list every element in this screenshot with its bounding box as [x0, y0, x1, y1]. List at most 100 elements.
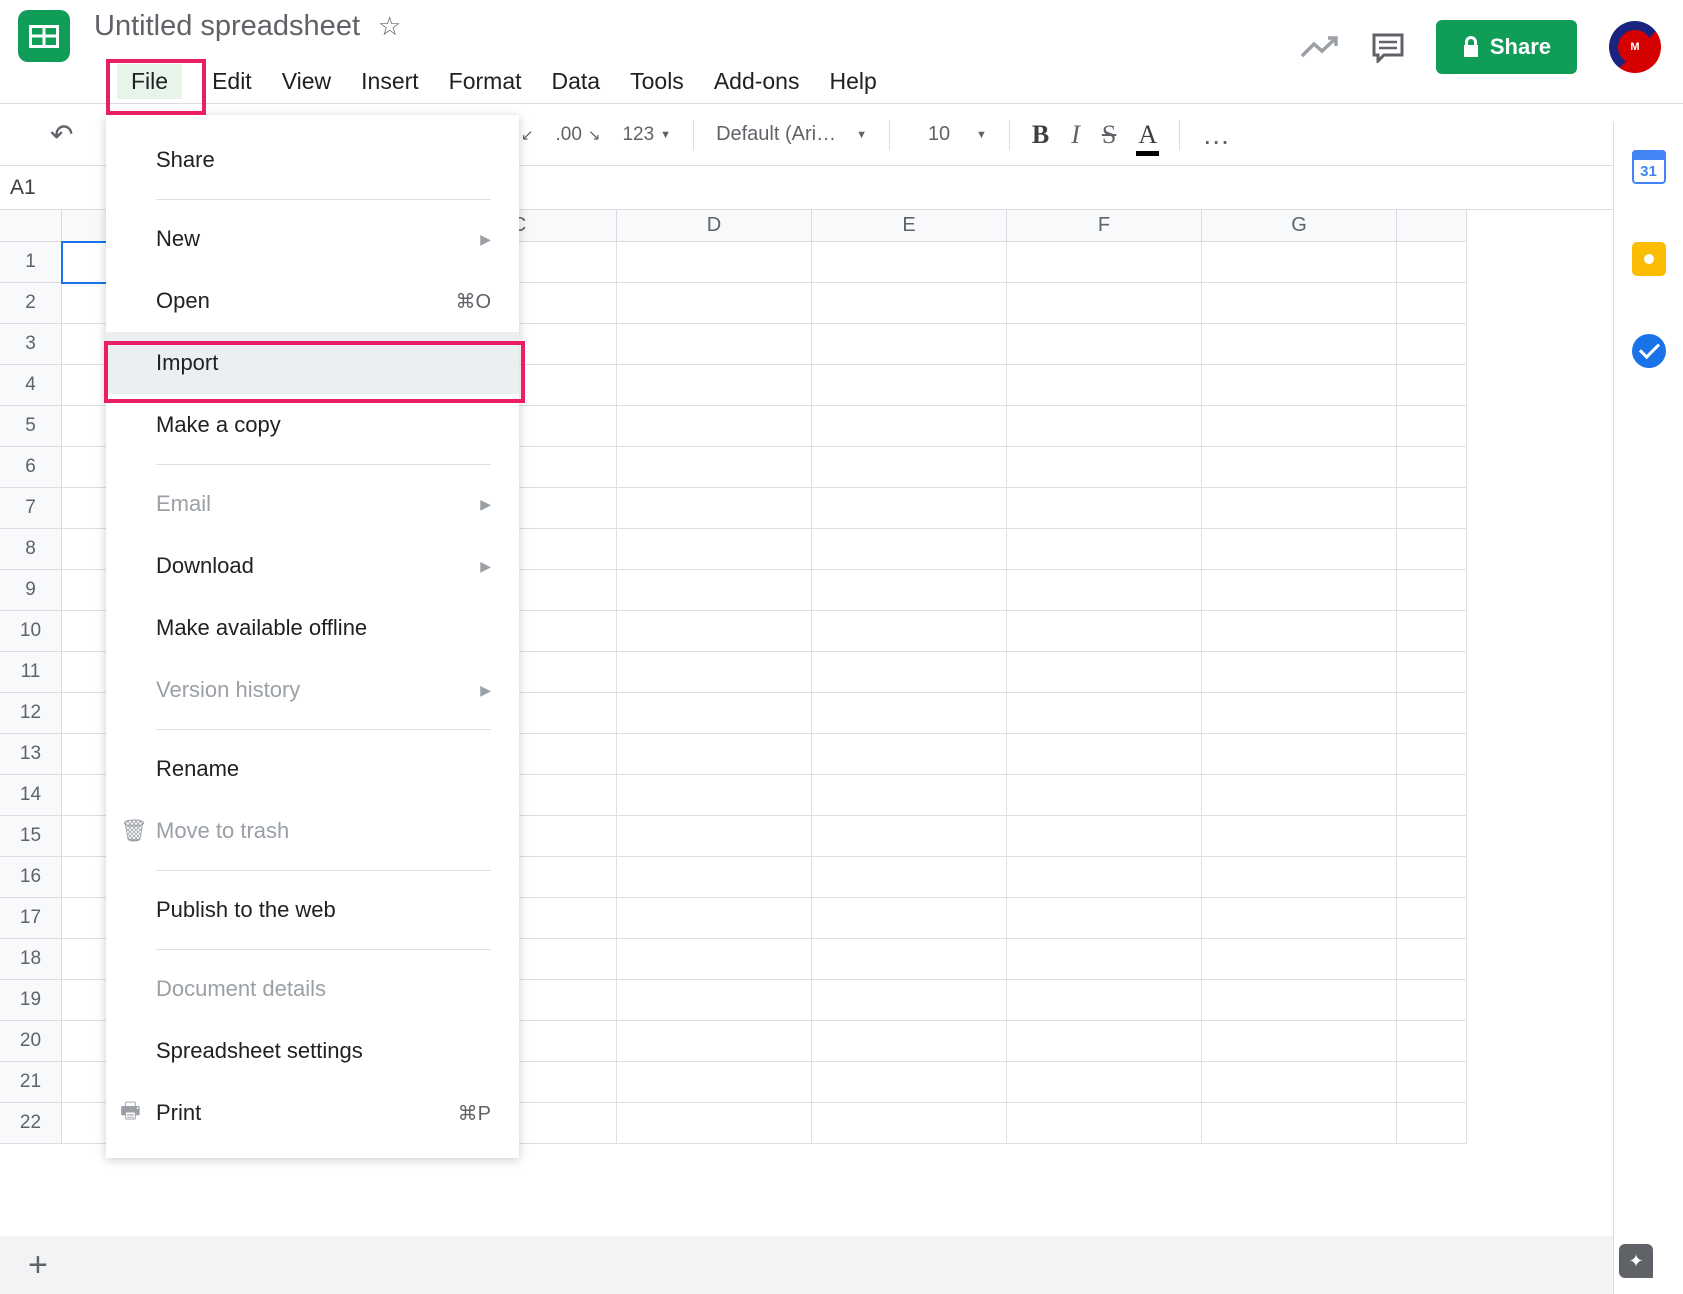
row-header[interactable]: 17	[0, 898, 62, 939]
more-formats[interactable]: 123▼	[622, 124, 671, 146]
column-header-blank3[interactable]	[1397, 210, 1467, 242]
cell[interactable]	[1007, 324, 1202, 365]
cell[interactable]	[1202, 775, 1397, 816]
file-menu-download[interactable]: Download▶	[106, 535, 519, 597]
cell[interactable]	[1202, 242, 1397, 283]
sheets-logo[interactable]	[18, 10, 70, 62]
cell[interactable]	[1007, 775, 1202, 816]
cell[interactable]	[1007, 406, 1202, 447]
cell[interactable]	[812, 775, 1007, 816]
row-header[interactable]: 10	[0, 611, 62, 652]
menu-edit[interactable]: Edit	[212, 68, 252, 95]
cell[interactable]	[1397, 611, 1467, 652]
cell[interactable]	[1007, 242, 1202, 283]
cell[interactable]	[1007, 816, 1202, 857]
cell[interactable]	[1397, 488, 1467, 529]
cell[interactable]	[1202, 734, 1397, 775]
cell[interactable]	[617, 1021, 812, 1062]
file-menu-spreadsheet-settings[interactable]: Spreadsheet settings	[106, 1020, 519, 1082]
file-menu-open[interactable]: Open⌘O	[106, 270, 519, 332]
increase-decimal[interactable]: .00↘	[555, 124, 600, 146]
cell[interactable]	[812, 242, 1007, 283]
cell[interactable]	[1397, 324, 1467, 365]
row-header[interactable]: 19	[0, 980, 62, 1021]
row-header[interactable]: 8	[0, 529, 62, 570]
cell[interactable]	[1202, 980, 1397, 1021]
cell[interactable]	[812, 406, 1007, 447]
cell[interactable]	[812, 1021, 1007, 1062]
cell[interactable]	[617, 570, 812, 611]
cell[interactable]	[617, 324, 812, 365]
cell[interactable]	[617, 775, 812, 816]
cell[interactable]	[1202, 898, 1397, 939]
italic-button[interactable]: I	[1071, 120, 1080, 150]
cell[interactable]	[1397, 1062, 1467, 1103]
column-header[interactable]: F	[1007, 210, 1202, 242]
cell[interactable]	[617, 816, 812, 857]
file-menu-share[interactable]: Share	[106, 129, 519, 191]
explore-button[interactable]	[1619, 1244, 1653, 1278]
cell[interactable]	[812, 652, 1007, 693]
cell[interactable]	[1202, 1021, 1397, 1062]
cell[interactable]	[1397, 857, 1467, 898]
cell[interactable]	[1202, 283, 1397, 324]
row-header[interactable]: 15	[0, 816, 62, 857]
row-header[interactable]: 2	[0, 283, 62, 324]
file-menu-new[interactable]: New▶	[106, 208, 519, 270]
cell[interactable]	[1397, 734, 1467, 775]
cell[interactable]	[1397, 1103, 1467, 1144]
tasks-icon[interactable]	[1632, 334, 1666, 368]
file-menu-rename[interactable]: Rename	[106, 738, 519, 800]
cell[interactable]	[1397, 406, 1467, 447]
menu-format[interactable]: Format	[449, 68, 522, 95]
cell[interactable]	[1202, 611, 1397, 652]
row-header[interactable]: 16	[0, 857, 62, 898]
cell[interactable]	[812, 734, 1007, 775]
cell[interactable]	[617, 365, 812, 406]
cell[interactable]	[617, 734, 812, 775]
select-all-corner[interactable]	[0, 210, 62, 242]
cell[interactable]	[1007, 283, 1202, 324]
text-color-button[interactable]: A	[1138, 120, 1157, 150]
cell[interactable]	[617, 447, 812, 488]
row-header[interactable]: 21	[0, 1062, 62, 1103]
file-menu-make-available-offline[interactable]: Make available offline	[106, 597, 519, 659]
cell[interactable]	[1202, 570, 1397, 611]
cell[interactable]	[1202, 1062, 1397, 1103]
menu-tools[interactable]: Tools	[630, 68, 684, 95]
cell[interactable]	[1007, 939, 1202, 980]
cell[interactable]	[1202, 1103, 1397, 1144]
cell[interactable]	[617, 283, 812, 324]
row-header[interactable]: 14	[0, 775, 62, 816]
cell[interactable]	[1202, 652, 1397, 693]
cell[interactable]	[1397, 693, 1467, 734]
cell[interactable]	[1007, 734, 1202, 775]
font-size-select[interactable]: 10▼	[912, 123, 987, 146]
row-header[interactable]: 3	[0, 324, 62, 365]
menu-insert[interactable]: Insert	[361, 68, 419, 95]
comments-icon[interactable]	[1372, 33, 1404, 61]
cell[interactable]	[812, 488, 1007, 529]
cell[interactable]	[1007, 611, 1202, 652]
menu-help[interactable]: Help	[829, 68, 876, 95]
cell[interactable]	[1007, 898, 1202, 939]
file-menu-print[interactable]: 🖶Print⌘P	[106, 1082, 519, 1144]
cell[interactable]	[1202, 324, 1397, 365]
file-menu-make-a-copy[interactable]: Make a copy	[106, 394, 519, 456]
toolbar-more-icon[interactable]: …	[1202, 119, 1232, 151]
cell[interactable]	[812, 447, 1007, 488]
cell[interactable]	[812, 1062, 1007, 1103]
strikethrough-button[interactable]: S	[1102, 120, 1116, 150]
cell[interactable]	[1397, 775, 1467, 816]
menu-data[interactable]: Data	[552, 68, 601, 95]
cell[interactable]	[1202, 939, 1397, 980]
cell[interactable]	[1397, 898, 1467, 939]
cell[interactable]	[1397, 652, 1467, 693]
cell[interactable]	[1007, 693, 1202, 734]
cell[interactable]	[1397, 283, 1467, 324]
row-header[interactable]: 1	[0, 242, 62, 283]
cell[interactable]	[812, 283, 1007, 324]
row-header[interactable]: 9	[0, 570, 62, 611]
cell[interactable]	[812, 529, 1007, 570]
row-header[interactable]: 5	[0, 406, 62, 447]
